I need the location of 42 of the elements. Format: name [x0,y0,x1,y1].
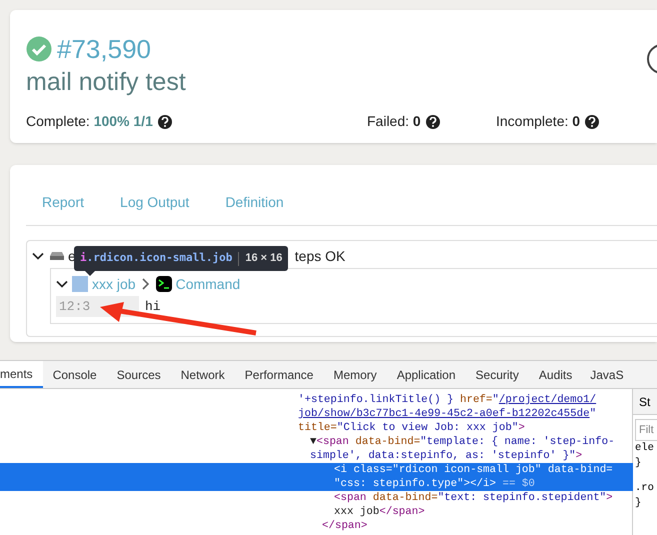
job-title: mail notify test [26,67,186,98]
stat-label: Incomplete: 0 [496,112,580,131]
code-line[interactable]: <span data-bind="text: stepinfo.stepident"> [334,491,632,505]
devtools-tab[interactable]: Performance [234,361,324,388]
node-label: teps OK [294,246,346,266]
style-rule-text: .ro [634,481,655,496]
chevron-icon[interactable] [56,278,68,290]
style-rule-text: } [634,456,642,471]
code-line[interactable]: </span> [322,519,632,533]
code-line[interactable]: simple', data:stepinfo, as: 'stepinfo' }"> [310,449,632,463]
styles-tab[interactable]: St [633,389,657,415]
devtools-tab[interactable]: Network [170,361,235,388]
stat-label: Failed: 0 [367,112,421,131]
devtools-tab[interactable]: Audits [528,361,582,388]
log-text: hi [145,298,161,316]
code-line[interactable]: '+stepinfo.linkTitle() } href="/project/demo1/ [298,393,632,407]
devtools-tab[interactable]: Application [386,361,466,388]
style-rule-text: ele [634,441,655,456]
drive-icon [50,252,64,260]
devtools-tab[interactable]: ments [0,361,43,388]
help-icon[interactable] [158,114,172,128]
terminal-icon [156,276,172,292]
devtools-tab[interactable]: JavaS [582,361,624,388]
code-line[interactable]: ▼<span data-bind="template: { name: 'step-info- [310,435,632,449]
code-line[interactable]: xxx job</span> [334,505,632,519]
devtools-tab[interactable]: Sources [106,361,171,388]
chevron-icon[interactable] [32,250,44,262]
devtools-tab[interactable]: Memory [323,361,387,388]
stat-label: Complete: 100% 1/1 [26,112,153,131]
devtools-tab[interactable]: Console [42,361,107,388]
help-icon[interactable] [585,114,600,128]
devtools-tab[interactable]: Security [466,361,529,388]
style-rule-text: } [634,496,642,511]
chevron-right-icon [142,278,150,290]
code-line[interactable]: job/show/b3c77bc1-4e99-45c2-a0ef-b12202c455de" [298,407,632,421]
step-type: Command [176,274,240,294]
job-icon [72,276,88,292]
tooltip-size: 16 × 16 [245,251,282,266]
tooltip-selector: i.rdicon.icon-small.job [80,250,232,266]
filter-field[interactable]: Filt [635,419,657,441]
code-line[interactable]: title="Click to view Job: xxx job"> [298,421,632,435]
help-icon[interactable] [426,114,440,128]
